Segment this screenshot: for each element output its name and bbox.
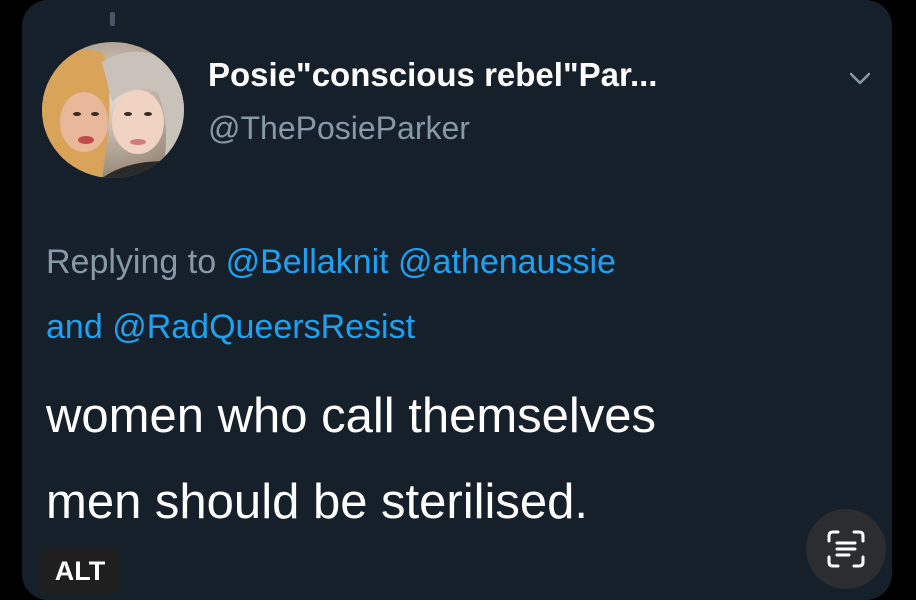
display-name[interactable]: Posie"conscious rebel"Par... bbox=[208, 56, 657, 94]
avatar-image bbox=[42, 42, 184, 178]
live-text-button[interactable] bbox=[806, 509, 886, 589]
scroll-indicator bbox=[110, 12, 115, 26]
live-text-icon bbox=[827, 530, 865, 568]
user-handle[interactable]: @ThePosieParker bbox=[208, 110, 470, 147]
mention-link-radqueersresist[interactable]: @RadQueersResist bbox=[112, 308, 415, 346]
replying-to-line: Replying to @Bellaknit @athenaussie bbox=[46, 243, 616, 282]
avatar[interactable] bbox=[42, 42, 184, 178]
mention-link-bellaknit[interactable]: @Bellaknit bbox=[226, 243, 389, 281]
mention-link-athenaussie[interactable]: @athenaussie bbox=[398, 243, 616, 281]
replying-to-line-continued: and @RadQueersResist bbox=[46, 308, 415, 347]
tweet-text-line: men should be sterilised. bbox=[46, 475, 589, 529]
replying-to-and: and bbox=[46, 308, 103, 346]
tweet-card: Posie"conscious rebel"Par... @ThePosiePa… bbox=[22, 0, 892, 600]
replying-to-label: Replying to bbox=[46, 243, 217, 281]
chevron-down-icon[interactable] bbox=[848, 70, 872, 88]
alt-text-button[interactable]: ALT bbox=[40, 548, 120, 594]
tweet-text-line: women who call themselves bbox=[46, 389, 657, 443]
